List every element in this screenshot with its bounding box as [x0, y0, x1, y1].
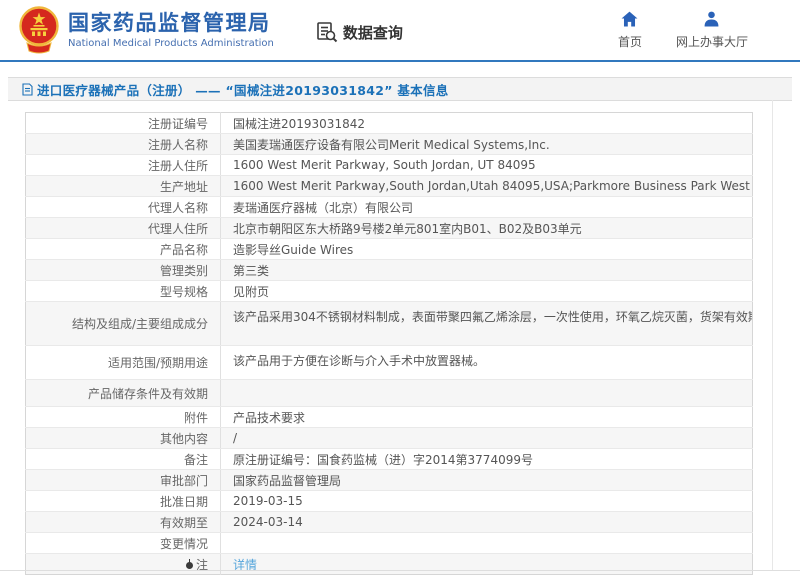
nav-service-hall[interactable]: 网上办事大厅	[676, 11, 748, 50]
info-table-body: 注册证编号国械注进20193031842注册人名称美国麦瑞通医疗设备有限公司Me…	[26, 113, 753, 575]
row-value: 美国麦瑞通医疗设备有限公司Merit Medical Systems,Inc.	[221, 134, 753, 155]
row-value: 国家药品监督管理局	[221, 470, 753, 491]
content-bottom-divider	[0, 570, 800, 571]
row-label: 变更情况	[26, 533, 221, 554]
page-icon	[22, 83, 33, 96]
row-label: 代理人住所	[26, 218, 221, 239]
table-row: 管理类别第三类	[26, 260, 753, 281]
content-right-divider	[772, 100, 773, 570]
logo-text: 国家药品监督管理局 National Medical Products Admi…	[68, 11, 274, 48]
table-row: 产品名称造影导丝Guide Wires	[26, 239, 753, 260]
document-search-icon	[316, 21, 338, 43]
row-value	[221, 380, 753, 407]
table-row: 注册证编号国械注进20193031842	[26, 113, 753, 134]
table-row: 代理人住所北京市朝阳区东大桥路9号楼2单元801室内B01、B02及B03单元	[26, 218, 753, 239]
row-label: 产品储存条件及有效期	[26, 380, 221, 407]
table-row: 型号规格见附页	[26, 281, 753, 302]
row-label: 型号规格	[26, 281, 221, 302]
table-zone: 注册证编号国械注进20193031842注册人名称美国麦瑞通医疗设备有限公司Me…	[0, 112, 800, 575]
site-title: 国家药品监督管理局	[68, 11, 274, 35]
row-value: /	[221, 428, 753, 449]
breadcrumb: 进口医疗器械产品（注册） —— “国械注进20193031842” 基本信息	[8, 77, 792, 101]
row-label: 附件	[26, 407, 221, 428]
table-row: 结构及组成/主要组成成分该产品采用304不锈钢材料制成，表面带聚四氟乙烯涂层，一…	[26, 302, 753, 346]
table-row: 注册人名称美国麦瑞通医疗设备有限公司Merit Medical Systems,…	[26, 134, 753, 155]
row-value: 2019-03-15	[221, 491, 753, 512]
row-value: 该产品采用304不锈钢材料制成，表面带聚四氟乙烯涂层，一次性使用，环氧乙烷灭菌，…	[221, 302, 753, 346]
row-label: 备注	[26, 449, 221, 470]
table-row: 备注原注册证编号：国食药监械（进）字2014第3774099号	[26, 449, 753, 470]
table-row: 审批部门国家药品监督管理局	[26, 470, 753, 491]
row-label: 审批部门	[26, 470, 221, 491]
table-row: 批准日期2019-03-15	[26, 491, 753, 512]
table-row: 产品储存条件及有效期	[26, 380, 753, 407]
table-row: 附件产品技术要求	[26, 407, 753, 428]
row-value: 产品技术要求	[221, 407, 753, 428]
row-value: 造影导丝Guide Wires	[221, 239, 753, 260]
nav-home[interactable]: 首页	[618, 11, 642, 50]
row-label: 管理类别	[26, 260, 221, 281]
table-row: 注详情	[26, 554, 753, 575]
row-label: 有效期至	[26, 512, 221, 533]
data-query-tab[interactable]: 数据查询	[316, 21, 403, 43]
table-row: 生产地址1600 West Merit Parkway,South Jordan…	[26, 176, 753, 197]
row-label: 注册人住所	[26, 155, 221, 176]
row-label: 其他内容	[26, 428, 221, 449]
row-value: 见附页	[221, 281, 753, 302]
data-query-label: 数据查询	[343, 22, 403, 43]
row-label: 适用范围/预期用途	[26, 346, 221, 380]
row-label: 注	[26, 554, 221, 575]
row-label: 产品名称	[26, 239, 221, 260]
row-value: 北京市朝阳区东大桥路9号楼2单元801室内B01、B02及B03单元	[221, 218, 753, 239]
site-subtitle: National Medical Products Administration	[68, 38, 274, 49]
row-value: 详情	[221, 554, 753, 575]
breadcrumb-text: 进口医疗器械产品（注册） —— “国械注进20193031842” 基本信息	[37, 80, 449, 99]
row-value	[221, 533, 753, 554]
table-row: 适用范围/预期用途该产品用于方便在诊断与介入手术中放置器械。	[26, 346, 753, 380]
row-label: 代理人名称	[26, 197, 221, 218]
page: 国家药品监督管理局 National Medical Products Admi…	[0, 0, 800, 578]
site-logo[interactable]: 国家药品监督管理局 National Medical Products Admi…	[18, 5, 274, 55]
table-row: 注册人住所1600 West Merit Parkway, South Jord…	[26, 155, 753, 176]
table-row: 有效期至2024-03-14	[26, 512, 753, 533]
table-row: 其他内容/	[26, 428, 753, 449]
row-value: 原注册证编号：国食药监械（进）字2014第3774099号	[221, 449, 753, 470]
row-label: 生产地址	[26, 176, 221, 197]
row-value: 第三类	[221, 260, 753, 281]
row-value: 1600 West Merit Parkway,South Jordan,Uta…	[221, 176, 753, 197]
table-row: 变更情况	[26, 533, 753, 554]
home-icon	[621, 11, 638, 27]
pin-icon	[186, 562, 193, 569]
nav-service-hall-label: 网上办事大厅	[676, 33, 748, 50]
row-label: 注册证编号	[26, 113, 221, 134]
row-label: 结构及组成/主要组成成分	[26, 302, 221, 346]
row-value: 该产品用于方便在诊断与介入手术中放置器械。	[221, 346, 753, 380]
nav-home-label: 首页	[618, 33, 642, 50]
row-label: 注册人名称	[26, 134, 221, 155]
site-header: 国家药品监督管理局 National Medical Products Admi…	[0, 0, 800, 62]
row-value: 国械注进20193031842	[221, 113, 753, 134]
table-row: 代理人名称麦瑞通医疗器械（北京）有限公司	[26, 197, 753, 218]
row-value: 麦瑞通医疗器械（北京）有限公司	[221, 197, 753, 218]
row-label: 批准日期	[26, 491, 221, 512]
person-icon	[703, 11, 720, 27]
national-emblem-icon	[18, 5, 60, 55]
top-nav: 首页 网上办事大厅	[618, 11, 748, 50]
info-table: 注册证编号国械注进20193031842注册人名称美国麦瑞通医疗设备有限公司Me…	[25, 112, 753, 575]
row-value: 2024-03-14	[221, 512, 753, 533]
row-value: 1600 West Merit Parkway, South Jordan, U…	[221, 155, 753, 176]
